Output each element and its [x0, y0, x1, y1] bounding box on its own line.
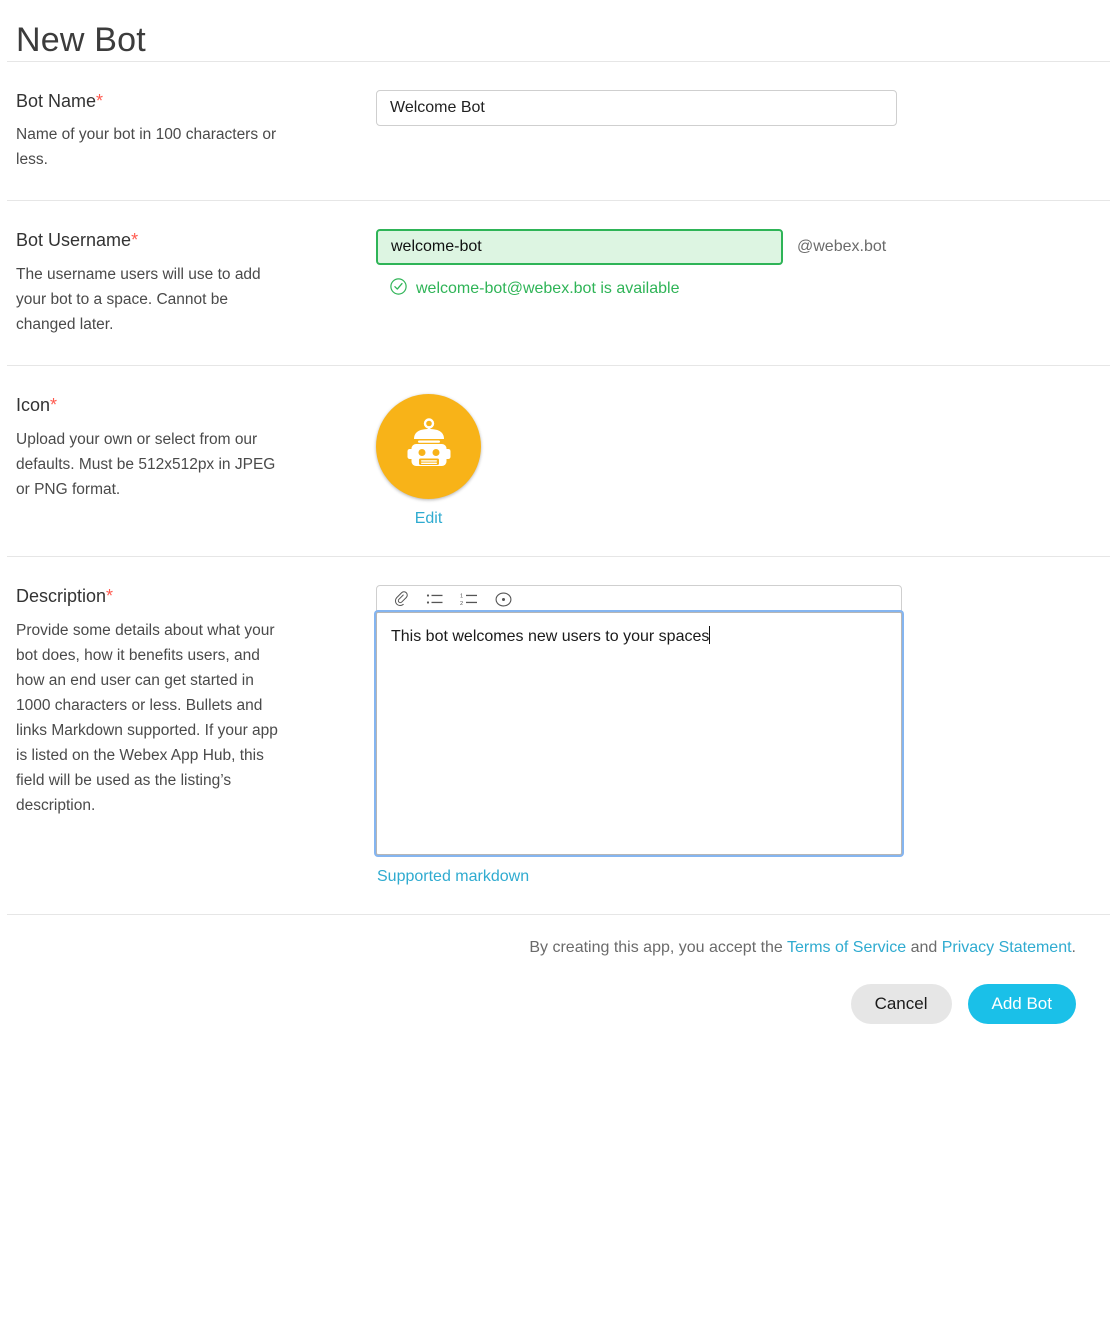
text-caret — [709, 626, 711, 645]
avatar[interactable] — [376, 394, 481, 500]
bot-name-label-text: Bot Name — [16, 90, 97, 111]
bot-name-label: Bot Name* — [16, 90, 352, 113]
terms-of-service-link[interactable]: Terms of Service — [787, 939, 906, 956]
footer-button-row: Cancel Add Bot — [16, 983, 1102, 1024]
bot-username-label: Bot Username* — [16, 229, 352, 252]
bot-username-label-text: Bot Username — [16, 230, 132, 251]
supported-markdown-link[interactable]: Supported markdown — [377, 868, 529, 886]
icon-label-block: Icon* Upload your own or select from our… — [16, 394, 376, 502]
icon-field-block: Edit — [376, 394, 1110, 528]
icon-label-text: Icon — [16, 395, 51, 416]
legal-middle: and — [906, 939, 942, 957]
bot-avatar-block: Edit — [376, 394, 481, 528]
required-asterisk: * — [106, 586, 114, 607]
bot-username-domain-suffix: @webex.bot — [797, 238, 887, 256]
bot-name-label-block: Bot Name* Name of your bot in 100 charac… — [16, 90, 376, 173]
form-row-bot-username: Bot Username* The username users will us… — [0, 201, 1118, 365]
page-title: New Bot — [16, 21, 146, 59]
legal-suffix: . — [1071, 939, 1076, 957]
form-row-bot-name: Bot Name* Name of your bot in 100 charac… — [0, 62, 1118, 201]
legal-prefix: By creating this app, you accept the — [529, 939, 787, 957]
bot-name-field-block — [376, 89, 1110, 126]
emoji-icon[interactable] — [493, 589, 513, 609]
privacy-statement-link[interactable]: Privacy Statement — [942, 939, 1072, 956]
edit-icon-link[interactable]: Edit — [415, 510, 443, 528]
bot-username-help: The username users will use to add your … — [16, 265, 261, 334]
required-asterisk: * — [131, 230, 139, 251]
description-text: This bot welcomes new users to your spac… — [391, 628, 710, 646]
new-bot-page: New Bot Bot Name* Name of your bot in 10… — [0, 0, 1118, 1054]
legal-text: By creating this app, you accept the Ter… — [16, 937, 1076, 959]
numbered-list-icon[interactable]: 1 2 — [459, 589, 479, 609]
availability-text: welcome-bot@webex.bot is available — [416, 280, 680, 298]
description-label: Description* — [16, 585, 352, 608]
attachment-icon[interactable] — [391, 589, 411, 609]
bot-username-label-block: Bot Username* The username users will us… — [16, 229, 376, 337]
form-row-description: Description* Provide some details about … — [0, 557, 1118, 914]
robot-icon — [398, 413, 460, 480]
editor-toolbar: 1 2 — [376, 585, 902, 614]
required-asterisk: * — [50, 395, 58, 416]
bot-username-input-line: @webex.bot — [376, 229, 1110, 266]
cancel-button[interactable]: Cancel — [850, 983, 952, 1024]
description-editor: 1 2 This bot welcomes new users to your … — [376, 585, 902, 856]
check-circle-icon — [390, 278, 407, 300]
icon-label: Icon* — [16, 394, 352, 417]
add-bot-button[interactable]: Add Bot — [967, 983, 1076, 1024]
bot-username-field-block: @webex.bot welcome-bot@webex.bot is avai… — [376, 229, 1110, 300]
bot-name-input[interactable] — [376, 89, 897, 126]
username-availability-message: welcome-bot@webex.bot is available — [390, 278, 1110, 300]
required-asterisk: * — [96, 90, 104, 111]
description-textarea[interactable]: This bot welcomes new users to your spac… — [376, 612, 902, 856]
icon-help: Upload your own or select from our defau… — [16, 430, 276, 498]
description-label-block: Description* Provide some details about … — [16, 585, 376, 818]
footer: By creating this app, you accept the Ter… — [0, 915, 1118, 1053]
bot-username-input[interactable] — [376, 229, 783, 266]
bulleted-list-icon[interactable] — [425, 589, 445, 609]
description-label-text: Description — [16, 586, 107, 607]
description-help: Provide some details about what your bot… — [16, 621, 278, 815]
form-row-icon: Icon* Upload your own or select from our… — [0, 366, 1118, 556]
description-field-block: 1 2 This bot welcomes new users to your … — [376, 585, 1110, 886]
svg-text:2: 2 — [460, 601, 463, 607]
bot-name-help: Name of your bot in 100 characters or le… — [16, 126, 277, 169]
svg-text:1: 1 — [460, 594, 463, 600]
